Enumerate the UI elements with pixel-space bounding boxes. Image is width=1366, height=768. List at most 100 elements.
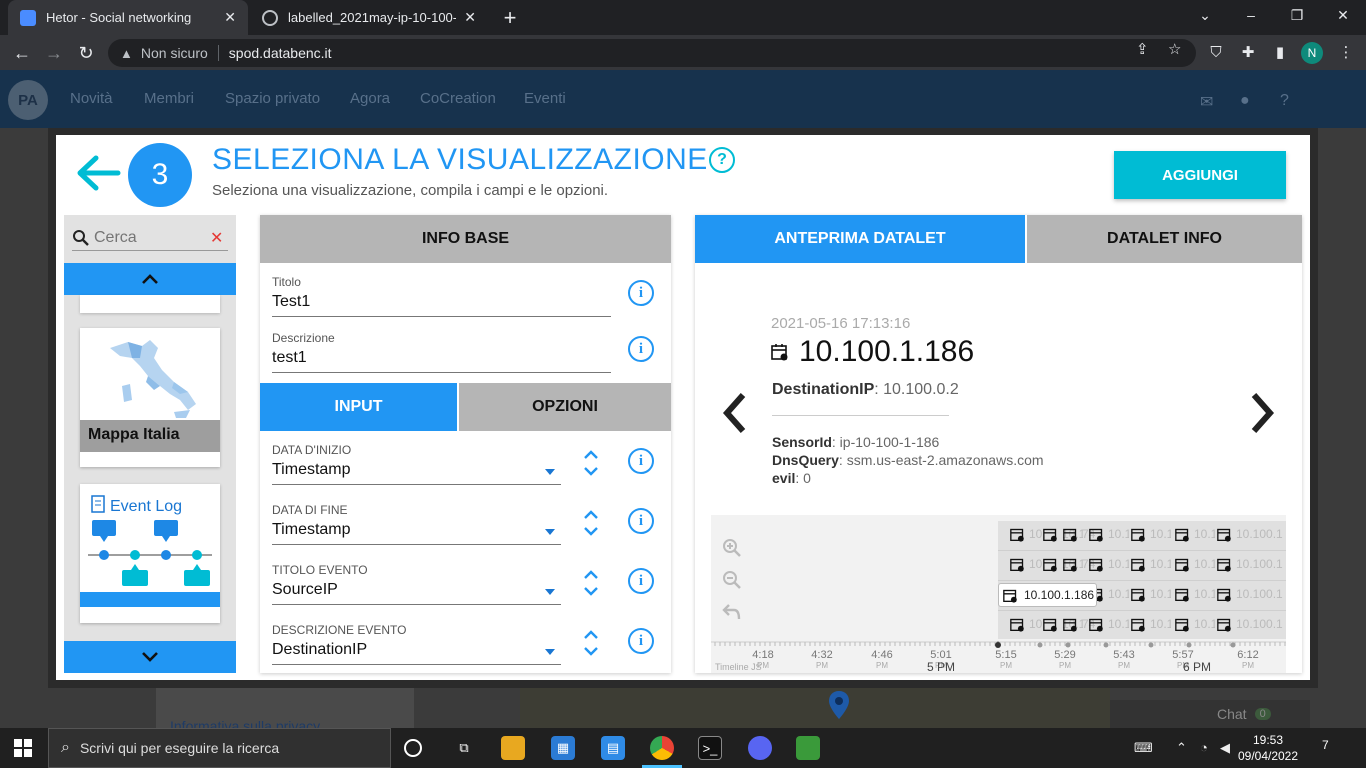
timeline-event-marker[interactable]: 10.100.1. <box>1131 613 1171 635</box>
sort-arrows-icon[interactable] <box>580 567 602 599</box>
timeline-event-marker[interactable]: 10.100.1 <box>1217 523 1286 545</box>
back-arrow-icon[interactable] <box>74 149 122 197</box>
description-input[interactable]: test1 <box>272 349 611 373</box>
timeline-event-marker[interactable]: 10.100.0.2 <box>1175 613 1215 635</box>
gallery-card-partial[interactable] <box>80 295 220 313</box>
new-tab-button[interactable]: + <box>498 5 522 31</box>
store-icon[interactable]: ▦ <box>551 736 575 760</box>
reload-icon[interactable]: ↻ <box>74 41 98 65</box>
menu-kebab-icon[interactable]: ⋮ <box>1336 42 1356 62</box>
add-button[interactable]: AGGIUNGI <box>1114 151 1286 199</box>
next-event-icon[interactable] <box>1248 391 1278 435</box>
timeline-event-marker[interactable]: 10.100.0.2 <box>1089 613 1129 635</box>
timeline-event-marker[interactable]: 10.100.0.2 <box>1089 553 1129 575</box>
sidebar-icon[interactable]: ▮ <box>1270 42 1290 62</box>
profile-avatar[interactable]: N <box>1301 42 1323 64</box>
title-field[interactable]: Titolo Test1 <box>272 275 611 317</box>
description-field[interactable]: Descrizione test1 <box>272 331 611 373</box>
marker-label: 10.100.1 <box>1236 587 1283 601</box>
event-title-info-icon[interactable]: i <box>628 568 654 594</box>
cortana-icon[interactable] <box>404 739 422 757</box>
tab-datalet-info[interactable]: DATALET INFO <box>1027 215 1302 263</box>
scroll-down-button[interactable] <box>64 641 236 673</box>
tray-expand-icon[interactable]: ⌃ <box>1176 740 1187 756</box>
sort-arrows-icon[interactable] <box>580 627 602 659</box>
windows-start-icon[interactable] <box>14 739 32 757</box>
event-title-select[interactable]: TITOLO EVENTO SourceIP <box>272 563 561 605</box>
task-view-icon[interactable]: ⧉ <box>452 736 476 760</box>
tab-close-icon[interactable]: ✕ <box>224 9 236 26</box>
file-explorer-icon[interactable] <box>501 736 525 760</box>
end-date-info-icon[interactable]: i <box>628 508 654 534</box>
control-panel-icon[interactable]: ▤ <box>601 736 625 760</box>
wifi-icon[interactable]: ◔ <box>1200 740 1208 755</box>
tab-hetor[interactable]: Hetor - Social networking ✕ <box>8 0 248 35</box>
gallery-card-event-log[interactable]: Event Log <box>80 484 220 623</box>
shield-extension-icon[interactable]: ⛉ <box>1206 42 1226 62</box>
minimize-button[interactable]: – <box>1228 0 1274 30</box>
address-bar[interactable]: ▲ Non sicuro spod.databenc.it <box>108 39 1196 67</box>
event-description-select[interactable]: DESCRIZIONE EVENTO DestinationIP <box>272 623 561 665</box>
calendar-icon <box>1089 558 1103 572</box>
timeline-event-marker[interactable]: 10.100.0.2 <box>1089 523 1129 545</box>
previous-event-icon[interactable] <box>719 391 749 435</box>
warning-icon: ▲ <box>120 45 133 61</box>
sort-arrows-icon[interactable] <box>580 447 602 479</box>
volume-icon[interactable]: ◀ <box>1220 740 1230 756</box>
forward-icon[interactable]: → <box>42 41 66 65</box>
taskbar-search[interactable]: ⌕ Scrivi qui per eseguire la ricerca <box>48 728 391 768</box>
start-date-value[interactable]: Timestamp <box>272 461 561 485</box>
tab-labelled[interactable]: labelled_2021may-ip-10-100-1-4 ✕ <box>250 0 488 35</box>
notepad-plus-icon[interactable] <box>796 736 820 760</box>
axis-event-dot <box>1103 642 1109 648</box>
event-title-value[interactable]: SourceIP <box>272 581 561 605</box>
timeline-event-marker[interactable]: 10.100.0.2 <box>1175 583 1215 605</box>
tab-close-icon[interactable]: ✕ <box>464 9 476 26</box>
tab-search-button[interactable]: ⌄ <box>1182 0 1228 30</box>
timeline-event-marker[interactable]: 10.100.1 <box>1217 553 1286 575</box>
tab-opzioni[interactable]: OPZIONI <box>459 383 671 431</box>
timeline[interactable]: 10.10.100.0.7410.100.0.210.100.1.10.100.… <box>711 515 1286 673</box>
event-description-info-icon[interactable]: i <box>628 628 654 654</box>
notification-icon[interactable]: 7 <box>1322 738 1344 758</box>
description-info-icon[interactable]: i <box>628 336 654 362</box>
clear-search-icon[interactable]: ✕ <box>210 228 223 248</box>
bookmark-star-icon[interactable]: ☆ <box>1168 40 1181 58</box>
restore-button[interactable]: ❐ <box>1274 0 1320 30</box>
end-date-select[interactable]: DATA DI FINE Timestamp <box>272 503 561 545</box>
zoom-out-icon[interactable] <box>721 569 743 591</box>
timeline-event-marker[interactable]: 10.100.1 <box>1217 583 1286 605</box>
puzzle-extension-icon[interactable]: ✚ <box>1238 42 1258 62</box>
back-to-start-icon[interactable] <box>721 601 743 623</box>
tab-anteprima-datalet[interactable]: ANTEPRIMA DATALET <box>695 215 1025 263</box>
gallery-card-mappa-italia[interactable]: Mappa Italia <box>80 328 220 467</box>
clock[interactable]: 19:53 09/04/2022 <box>1236 732 1300 764</box>
event-description-value[interactable]: DestinationIP <box>272 641 561 665</box>
keyboard-icon[interactable]: ⌨ <box>1134 740 1153 756</box>
title-info-icon[interactable]: i <box>628 280 654 306</box>
chrome-icon[interactable] <box>650 736 674 760</box>
axis-event-dot <box>1186 642 1192 648</box>
timeline-event-marker[interactable]: 10.100.0.2 <box>1175 523 1215 545</box>
close-window-button[interactable]: ✕ <box>1320 0 1366 30</box>
timeline-event-marker[interactable]: 10.100.0.2 <box>1175 553 1215 575</box>
zoom-in-icon[interactable] <box>721 537 743 559</box>
share-icon[interactable]: ⇪ <box>1136 40 1149 58</box>
back-icon[interactable]: ← <box>10 41 34 65</box>
search-input[interactable] <box>94 228 204 247</box>
title-input[interactable]: Test1 <box>272 293 611 317</box>
end-date-value[interactable]: Timestamp <box>272 521 561 545</box>
start-date-info-icon[interactable]: i <box>628 448 654 474</box>
terminal-icon[interactable]: >_ <box>698 736 722 760</box>
sort-arrows-icon[interactable] <box>580 507 602 539</box>
timeline-event-marker[interactable]: 10.100.1. <box>1131 553 1171 575</box>
timeline-selected-item[interactable]: 10.100.1.186 <box>998 583 1097 607</box>
help-icon[interactable]: ? <box>709 147 735 173</box>
scroll-up-button[interactable] <box>64 263 236 295</box>
tab-input[interactable]: INPUT <box>260 383 457 431</box>
discord-icon[interactable] <box>748 736 772 760</box>
timeline-event-marker[interactable]: 10.100.1. <box>1131 523 1171 545</box>
timeline-event-marker[interactable]: 10.100.1 <box>1217 613 1286 635</box>
timeline-event-marker[interactable]: 10.100.1. <box>1131 583 1171 605</box>
start-date-select[interactable]: DATA D'INIZIO Timestamp <box>272 443 561 485</box>
